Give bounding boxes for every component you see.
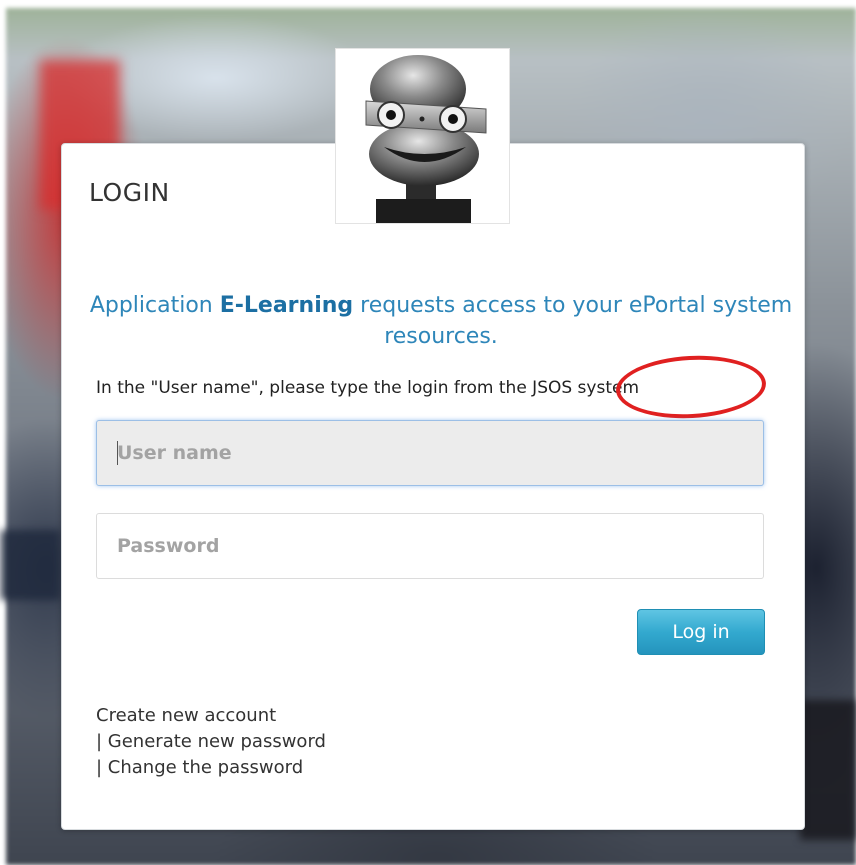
text-cursor xyxy=(117,441,118,465)
generate-password-link[interactable]: | Generate new password xyxy=(96,729,326,755)
username-hint: In the "User name", please type the logi… xyxy=(96,378,640,398)
login-title: LOGIN xyxy=(89,178,170,207)
request-prefix: Application xyxy=(89,293,220,318)
create-account-link[interactable]: Create new account xyxy=(96,703,326,729)
login-button[interactable]: Log in xyxy=(637,609,765,655)
robot-head-icon xyxy=(336,49,509,223)
background-shape xyxy=(800,700,856,840)
password-input[interactable] xyxy=(96,513,764,579)
account-links: Create new account | Generate new passwo… xyxy=(96,703,326,781)
username-input[interactable] xyxy=(96,420,764,486)
application-name: E-Learning xyxy=(219,293,354,318)
background-shape xyxy=(0,530,60,600)
request-suffix: requests access to your ePortal system r… xyxy=(353,293,793,349)
login-page: LOGIN Application E-Learning requests ac… xyxy=(0,0,856,865)
robot-avatar xyxy=(335,48,510,224)
change-password-link[interactable]: | Change the password xyxy=(96,755,326,781)
access-request-message: Application E-Learning requests access t… xyxy=(61,290,821,352)
